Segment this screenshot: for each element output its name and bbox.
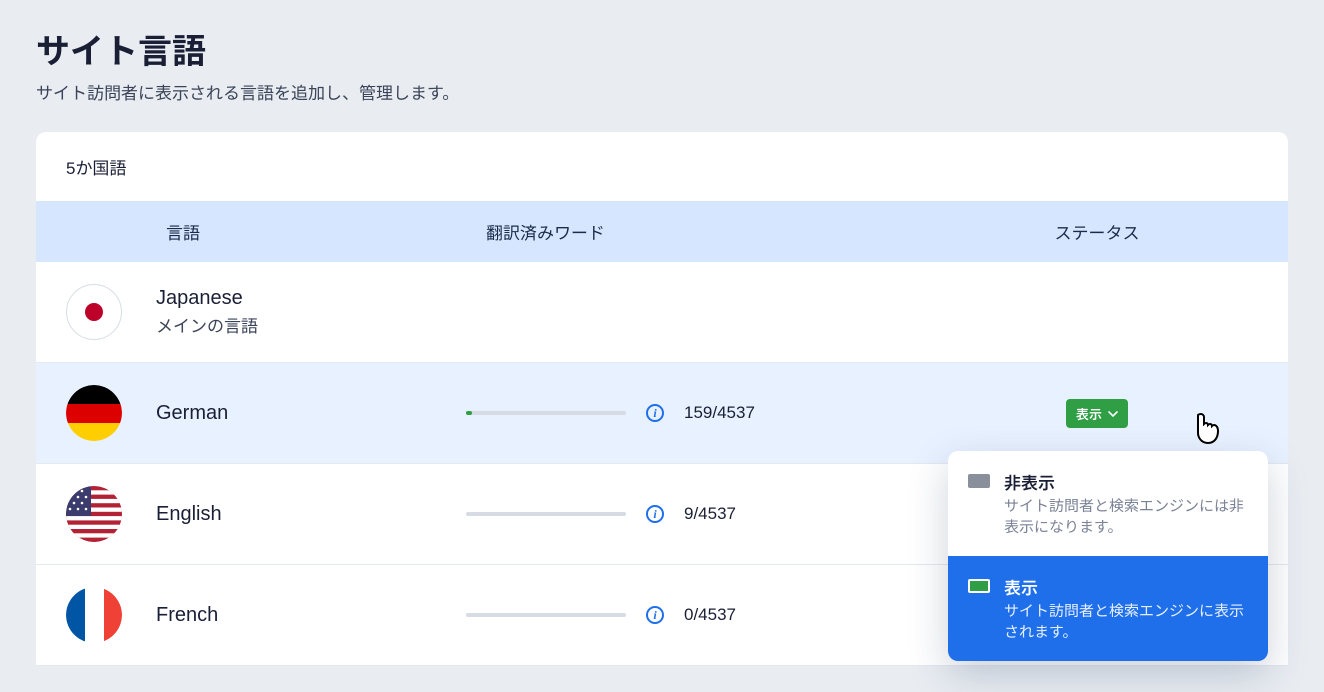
- status-dropdown-button[interactable]: 表示: [1066, 399, 1128, 428]
- status-label: 表示: [1076, 404, 1102, 423]
- flag-icon-usa: [66, 486, 122, 542]
- language-name: French: [156, 604, 466, 627]
- word-count: 159/4537: [684, 403, 755, 423]
- swatch-hidden-icon: [968, 474, 990, 488]
- col-header-words: 翻訳済みワード: [466, 219, 936, 244]
- col-header-status: ステータス: [936, 219, 1258, 244]
- language-name: German: [156, 402, 466, 425]
- chevron-down-icon: [1108, 406, 1118, 421]
- info-icon[interactable]: i: [646, 606, 664, 624]
- word-count: 0/4537: [684, 605, 736, 625]
- language-subtitle: メインの言語: [156, 312, 466, 337]
- progress-bar: [466, 613, 626, 617]
- page-title: サイト言語: [36, 24, 1288, 73]
- language-count: 5か国語: [36, 132, 1288, 201]
- col-header-language: 言語: [66, 219, 466, 244]
- languages-panel: 5か国語 言語 翻訳済みワード ステータス Japanese メインの言語 Ge…: [36, 132, 1288, 666]
- dropdown-option-hidden[interactable]: 非表示 サイト訪問者と検索エンジンには非表示になります。: [948, 451, 1268, 556]
- language-name: English: [156, 503, 466, 526]
- table-row[interactable]: Japanese メインの言語: [36, 262, 1288, 363]
- table-header: 言語 翻訳済みワード ステータス: [36, 201, 1288, 262]
- flag-icon-france: [66, 587, 122, 643]
- progress-bar: [466, 411, 626, 415]
- dropdown-option-desc: サイト訪問者と検索エンジンに表示されます。: [1004, 601, 1248, 643]
- info-icon[interactable]: i: [646, 404, 664, 422]
- dropdown-option-visible[interactable]: 表示 サイト訪問者と検索エンジンに表示されます。: [948, 556, 1268, 661]
- progress-bar: [466, 512, 626, 516]
- flag-icon-germany: [66, 385, 122, 441]
- dropdown-option-title: 非表示: [1004, 469, 1248, 494]
- dropdown-option-desc: サイト訪問者と検索エンジンには非表示になります。: [1004, 496, 1248, 538]
- swatch-visible-icon: [968, 579, 990, 593]
- table-row[interactable]: German i 159/4537 表示: [36, 363, 1288, 464]
- flag-icon-japan: [66, 284, 122, 340]
- dropdown-option-title: 表示: [1004, 574, 1248, 599]
- status-dropdown-menu: 非表示 サイト訪問者と検索エンジンには非表示になります。 表示 サイト訪問者と検…: [948, 451, 1268, 661]
- info-icon[interactable]: i: [646, 505, 664, 523]
- word-count: 9/4537: [684, 504, 736, 524]
- page-subtitle: サイト訪問者に表示される言語を追加し、管理します。: [36, 79, 1288, 104]
- cursor-icon: [1188, 411, 1222, 454]
- language-name: Japanese: [156, 287, 466, 310]
